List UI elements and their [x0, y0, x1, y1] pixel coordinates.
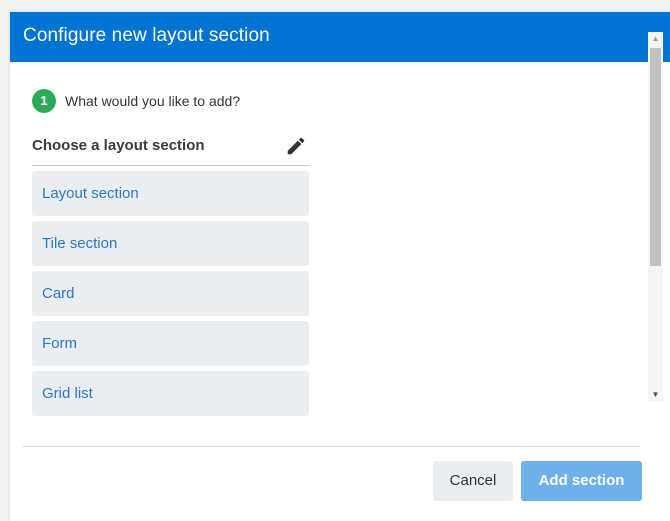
dialog-content: 1 What would you like to add? Choose a l… — [10, 62, 670, 447]
pencil-icon[interactable] — [285, 135, 307, 157]
cancel-button[interactable]: Cancel — [433, 461, 513, 501]
option-form[interactable]: Form — [32, 321, 309, 366]
option-label: Form — [42, 335, 77, 352]
step-number-badge: 1 — [32, 89, 56, 113]
option-label: Tile section — [42, 235, 118, 252]
option-label: Card — [42, 285, 75, 302]
content-scrollbar[interactable]: ▲ ▼ — [648, 32, 663, 402]
add-section-button[interactable]: Add section — [521, 461, 642, 501]
chooser-title: Choose a layout section — [32, 137, 205, 154]
scroll-thumb[interactable] — [650, 48, 661, 266]
configure-layout-dialog: Configure new layout section 1 What woul… — [10, 12, 670, 521]
chooser-header: Choose a layout section — [32, 131, 309, 166]
option-tile-section[interactable]: Tile section — [32, 221, 309, 266]
layout-section-options: Layout section Tile section Card Form Gr… — [32, 171, 309, 421]
option-grid-list[interactable]: Grid list — [32, 371, 309, 416]
scroll-up-arrow-icon[interactable]: ▲ — [648, 32, 663, 46]
option-card[interactable]: Card — [32, 271, 309, 316]
step-label: What would you like to add? — [65, 93, 241, 109]
option-layout-section[interactable]: Layout section — [32, 171, 309, 216]
option-label: Grid list — [42, 385, 93, 402]
footer-divider — [22, 446, 640, 447]
dialog-header: Configure new layout section — [10, 12, 670, 62]
dialog-title: Configure new layout section — [23, 25, 270, 46]
scroll-down-arrow-icon[interactable]: ▼ — [648, 388, 663, 402]
option-label: Layout section — [42, 185, 139, 202]
